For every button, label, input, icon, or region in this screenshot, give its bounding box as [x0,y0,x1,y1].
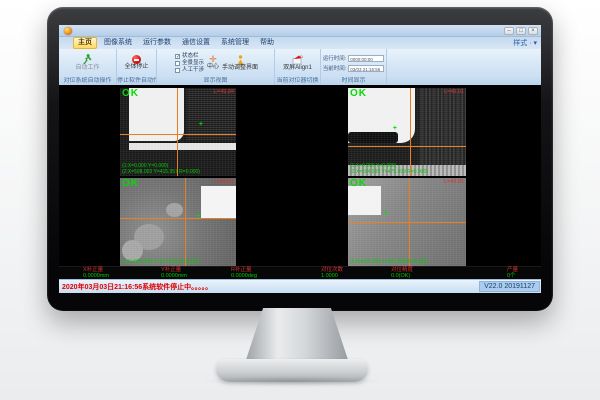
monitor-stand-neck [244,308,350,366]
app-logo-icon [64,27,72,35]
stop-all-button[interactable]: 全体停止 [124,55,148,71]
running-man-icon [82,54,92,65]
checkbox-icon: ✓ [175,54,180,59]
manual-adjust-button[interactable]: 手动调整界面 [222,55,258,72]
ribbon-filler [387,49,541,85]
measure-output-count: 产量 0个 [507,267,518,279]
camera-view-1[interactable]: + OK L=49.84 (1:X=0.000 Y=0.000) (2:X=50… [120,88,236,176]
current-time-field[interactable]: 03/03 21:16:56 [348,65,384,72]
camera-view-3[interactable]: + OK L=49.92 (2:X=505.003 Y=477.063 R=0.… [120,178,236,266]
length-readout: L=49.84 [214,89,234,95]
version-badge: V22.0 20191127 [479,281,540,292]
maximize-button[interactable]: □ [516,27,526,35]
current-time-label: 当前时间: [323,64,347,72]
view-options: ✓ 状态栏 全景显示 人工干涉 [173,53,204,73]
group-label-time: 时间显示 [321,77,386,85]
crosshair-horizontal [120,134,236,135]
crosshair-horizontal [348,222,466,223]
status-message: 2020年03月03日21:16:56系统软件停止中。。。。。 [62,282,212,292]
ribbon-group-auto: 自动工作 对位系统自动操作 [59,49,117,85]
group-label-aligner: 当前对位器切换 [275,77,320,85]
length-readout: L=49.91 [444,89,464,95]
measure-x-offset: X补正量 0.0000mm [83,267,109,279]
crosshair-icon: ✛ [209,55,217,64]
checkbox-statusbar-label: 状态栏 [182,53,199,59]
minimize-button[interactable]: – [504,27,514,35]
run-time-field[interactable]: 0000:00:00 [348,55,384,62]
coordinate-readout: (2:X=603.999 Y=561.998 R=0.000) [350,259,428,265]
crosshair-vertical [409,178,410,266]
crosshair-horizontal [120,218,236,219]
ribbon-group-stop: 全体停止 停止软件自动作业 [117,49,157,85]
ribbon-tab-row: 主页 图像系统 运行参数 通信设置 系统管理 帮助 样式 · ▾ [59,37,541,49]
measure-align-count: 对位次数 1.0000 [321,267,343,279]
stop-icon [132,55,141,64]
camera-view-4[interactable]: + OK L=49.81 (2:X=603.999 Y=561.998 R=0.… [348,178,466,266]
stop-all-label: 全体停止 [124,64,148,71]
result-ok-label: OK [122,88,139,99]
status-bar: 2020年03月03日21:16:56系统软件停止中。。。。。 V22.0 20… [59,279,541,293]
tab-image-system[interactable]: 图像系统 [100,38,136,48]
ribbon-group-time: 运行时间: 0000:00:00 当前时间: 03/03 21:16:56 时间… [321,49,387,85]
measurement-bar: X补正量 0.0000mm Y补正量 0.0000mm R补正量 0.0000d… [59,266,541,279]
feature-marker: + [393,125,397,132]
feature-marker: + [197,213,201,220]
checkbox-icon [175,61,180,66]
result-ok-label: OK [122,178,139,189]
center-label: 中心 [207,64,219,71]
dual-screen-align-button[interactable]: 双屏Align1 [283,55,312,72]
time-display: 运行时间: 0000:00:00 当前时间: 03/03 21:16:56 [321,54,387,72]
desktop-background: – □ × 主页 图像系统 运行参数 通信设置 系统管理 帮助 样式 · ▾ [0,0,600,400]
close-button[interactable]: × [528,27,538,35]
group-label-view: 显示视图 [157,77,274,85]
monitor-shadow [200,376,384,386]
camera-view-2[interactable]: + OK L=49.91 (1:X=0.000 Y=0.000) (2:X=59… [348,88,466,176]
window-controls: – □ × [504,27,538,35]
dual-screen-icon [292,55,303,65]
coordinate-readout: (1:X=0.000 Y=0.000) (2:X=594.999 Y=475.9… [350,163,428,175]
person-icon [236,55,245,65]
checkbox-panorama[interactable]: 全景显示 [175,60,204,66]
tab-system-manage[interactable]: 系统管理 [217,38,253,48]
auto-work-button[interactable]: 自动工作 [75,54,99,72]
coordinate-readout: (2:X=505.003 Y=477.063 R=0.000) [122,259,200,265]
dual-screen-align-label: 双屏Align1 [283,65,312,72]
measure-y-offset: Y补正量 0.0000mm [161,267,187,279]
group-label-auto: 对位系统自动操作 [59,77,116,85]
center-button[interactable]: ✛ 中心 [207,55,219,71]
tab-home[interactable]: 主页 [73,37,97,49]
length-readout: L=49.92 [214,179,234,185]
title-bar: – □ × [59,25,541,37]
checkbox-panorama-label: 全景显示 [182,60,204,66]
auto-work-label: 自动工作 [75,65,99,72]
measure-r-offset: R补正量 0.0000deg [231,267,257,279]
result-ok-label: OK [350,88,367,99]
tab-run-params[interactable]: 运行参数 [139,38,175,48]
checkbox-manual-intervene-label: 人工干涉 [182,67,204,73]
coordinate-readout: (1:X=0.000 Y=0.000) (2:X=508.003 Y=415.9… [122,163,200,175]
result-ok-label: OK [350,178,367,189]
crosshair-horizontal [348,146,466,147]
checkbox-manual-intervene[interactable]: 人工干涉 [175,67,204,73]
checkbox-icon [175,68,180,73]
tab-comm-settings[interactable]: 通信设置 [178,38,214,48]
tab-help[interactable]: 帮助 [256,38,278,48]
crosshair-vertical [185,178,186,266]
measure-align-accuracy: 对位精度 0.0(OK) [391,267,413,279]
feature-marker: + [199,121,203,128]
length-readout: L=49.81 [444,179,464,185]
ribbon-toolbar: 自动工作 对位系统自动操作 全体停止 停止软件自动作业 [59,49,541,85]
manual-adjust-label: 手动调整界面 [222,65,258,72]
style-dropdown[interactable]: 样式 · ▾ [513,38,537,48]
feature-marker: + [383,210,387,217]
camera-image-3 [120,178,236,266]
ribbon-group-aligner: 双屏Align1 当前对位器切换 [275,49,321,85]
group-label-stop: 停止软件自动作业 [117,77,156,85]
camera-view-area: + OK L=49.84 (1:X=0.000 Y=0.000) (2:X=50… [59,85,541,266]
run-time-label: 运行时间: [323,54,347,62]
ribbon-group-view: ✓ 状态栏 全景显示 人工干涉 ✛ [157,49,275,85]
application-window: – □ × 主页 图像系统 运行参数 通信设置 系统管理 帮助 样式 · ▾ [59,25,541,293]
checkbox-statusbar[interactable]: ✓ 状态栏 [175,53,204,59]
